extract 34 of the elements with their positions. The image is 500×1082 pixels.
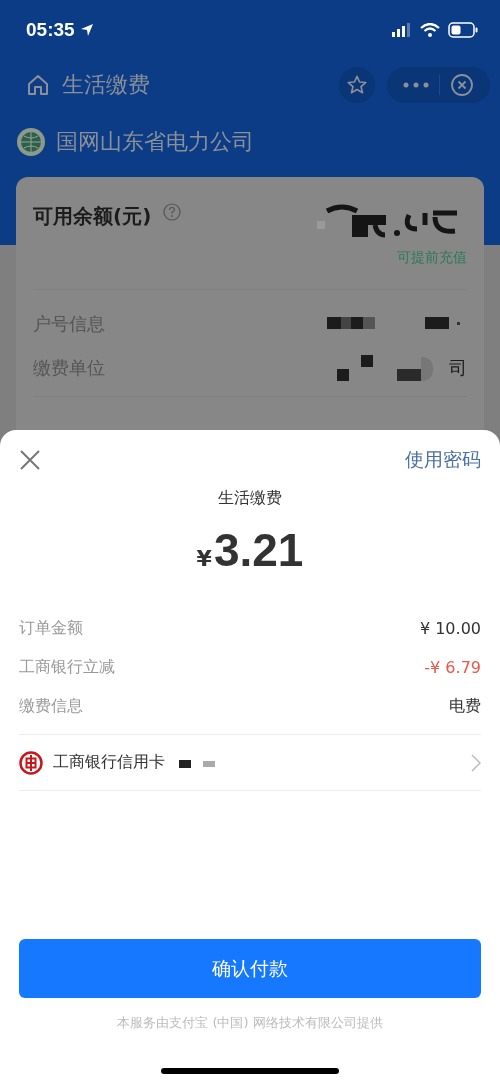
balance-label: 可用余额(元) xyxy=(33,203,152,230)
payment-title: 生活缴费 xyxy=(217,488,283,509)
location-arrow-icon xyxy=(79,23,94,37)
field-value: 司 xyxy=(449,356,467,380)
payment-method-row[interactable]: 工商银行信用卡 xyxy=(19,735,481,791)
close-button[interactable] xyxy=(19,449,41,471)
close-icon xyxy=(19,449,41,471)
detail-label: 缴费信息 xyxy=(19,695,83,717)
detail-label: 订单金额 xyxy=(19,617,83,639)
payment-method-name: 工商银行信用卡 xyxy=(53,752,165,773)
help-icon[interactable] xyxy=(163,203,182,221)
chevron-right-icon xyxy=(471,753,481,772)
page-title: 生活缴费 xyxy=(62,71,150,99)
signal-icon xyxy=(392,23,412,37)
more-icon xyxy=(403,82,429,88)
home-icon[interactable] xyxy=(26,73,50,97)
wifi-icon xyxy=(420,23,440,37)
detail-value: -¥ 6.79 xyxy=(424,657,481,677)
globe-logo-icon xyxy=(16,127,46,157)
close-icon xyxy=(450,73,474,97)
footer-note: 本服务由支付宝 (中国) 网络技术有限公司提供 xyxy=(116,1014,384,1032)
payment-amount: 3.21 xyxy=(213,523,304,577)
star-icon xyxy=(346,74,368,96)
detail-value: 电费 xyxy=(449,695,481,717)
bank-logo-icon xyxy=(19,750,43,775)
currency-symbol: ¥ xyxy=(196,546,212,571)
use-password-link[interactable]: 使用密码 xyxy=(405,447,481,473)
confirm-payment-button[interactable]: 确认付款 xyxy=(19,939,481,998)
detail-label: 工商银行立减 xyxy=(19,656,115,678)
detail-value: ¥ 10.00 xyxy=(419,618,481,638)
company-name: 国网山东省电力公司 xyxy=(56,128,254,156)
battery-icon xyxy=(448,22,478,38)
status-time: 05:35 xyxy=(26,19,75,41)
favorite-button[interactable] xyxy=(339,67,375,103)
